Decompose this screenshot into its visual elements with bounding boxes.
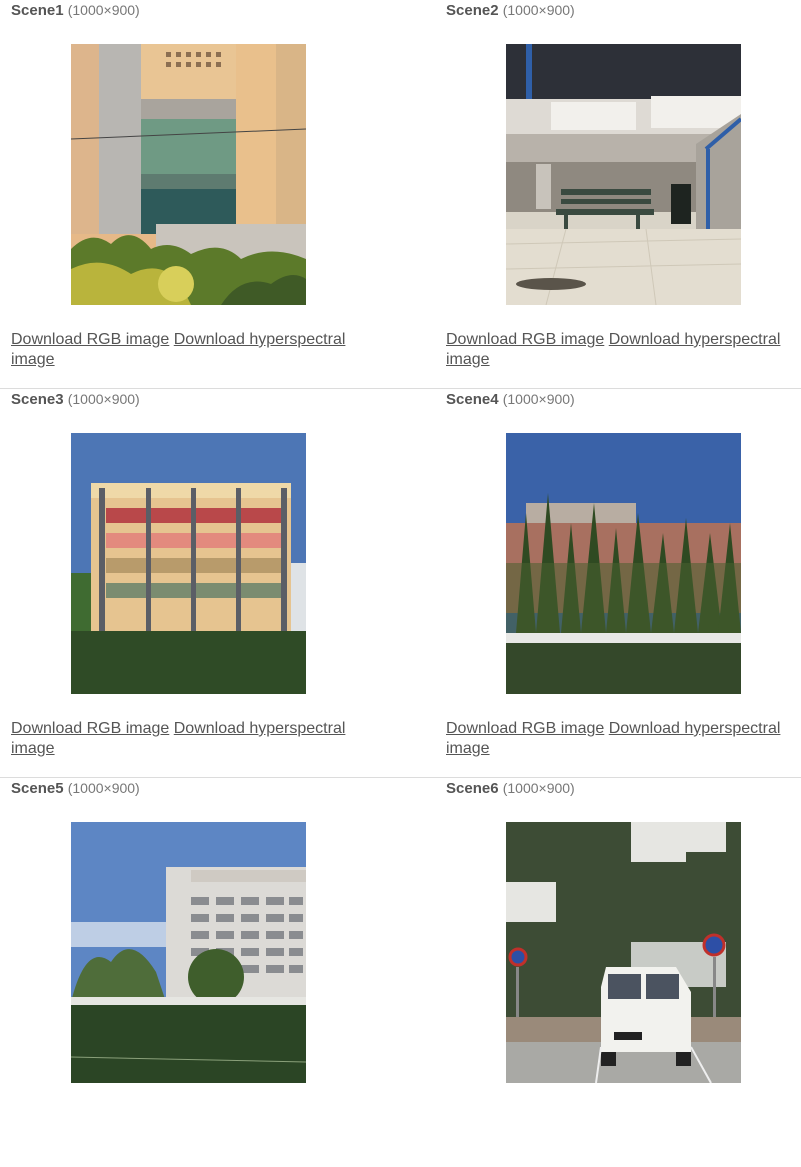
scene-name: Scene3 xyxy=(11,391,64,408)
scene-title: Scene1 (1000×900) xyxy=(11,1,140,20)
scene-thumbnail[interactable] xyxy=(71,822,306,1083)
parked-van-photo xyxy=(506,822,741,1083)
scene-card-3: Scene3 (1000×900) Download RGB image Dow… xyxy=(0,389,400,778)
building-facade-photo xyxy=(71,44,306,305)
scene-row: Scene3 (1000×900) Download RGB image Dow… xyxy=(0,389,801,778)
scene-thumbnail[interactable] xyxy=(71,44,306,305)
scene-dimensions: (1000×900) xyxy=(502,2,575,18)
scene-card-4: Scene4 (1000×900) Download RGB image Dow… xyxy=(435,389,801,778)
download-rgb-link[interactable]: Download RGB image xyxy=(446,331,604,348)
scene-thumbnail[interactable] xyxy=(506,822,741,1083)
scene-thumbnail[interactable] xyxy=(71,433,306,694)
scene-card-1: Scene1 (1000×900) Download RGB image Dow… xyxy=(0,0,400,389)
scene-title: Scene5 (1000×900) xyxy=(11,779,140,798)
scene-card-5: Scene5 (1000×900) xyxy=(0,778,400,1167)
download-rgb-link[interactable]: Download RGB image xyxy=(11,720,169,737)
trees-fence-photo xyxy=(506,433,741,694)
scene-row: Scene5 (1000×900) Scene6 (1000×900) xyxy=(0,778,801,1093)
download-links: Download RGB image Download hyperspectra… xyxy=(446,719,796,758)
scene-name: Scene4 xyxy=(446,391,499,408)
scene-gallery: Scene1 (1000×900) Download RGB image Dow… xyxy=(0,0,801,1093)
scene-dimensions: (1000×900) xyxy=(67,2,140,18)
scene-dimensions: (1000×900) xyxy=(67,391,140,407)
scene-thumbnail[interactable] xyxy=(506,44,741,305)
scene-name: Scene1 xyxy=(11,2,64,19)
scene-title: Scene3 (1000×900) xyxy=(11,390,140,409)
scene-name: Scene6 xyxy=(446,780,499,797)
scene-name: Scene2 xyxy=(446,2,499,19)
school-building-photo xyxy=(71,433,306,694)
scene-title: Scene6 (1000×900) xyxy=(446,779,575,798)
scene-row: Scene1 (1000×900) Download RGB image Dow… xyxy=(0,0,801,389)
scene-thumbnail[interactable] xyxy=(506,433,741,694)
scene-dimensions: (1000×900) xyxy=(67,780,140,796)
download-links: Download RGB image Download hyperspectra… xyxy=(11,330,361,369)
scene-card-2: Scene2 (1000×900) Download RGB image Dow… xyxy=(435,0,801,389)
download-links: Download RGB image Download hyperspectra… xyxy=(11,719,361,758)
scene-title: Scene2 (1000×900) xyxy=(446,1,575,20)
scene-card-6: Scene6 (1000×900) xyxy=(435,778,801,1167)
courtyard-bench-photo xyxy=(506,44,741,305)
download-rgb-link[interactable]: Download RGB image xyxy=(446,720,604,737)
scene-dimensions: (1000×900) xyxy=(502,780,575,796)
download-rgb-link[interactable]: Download RGB image xyxy=(11,331,169,348)
scene-dimensions: (1000×900) xyxy=(502,391,575,407)
campus-field-photo xyxy=(71,822,306,1083)
scene-name: Scene5 xyxy=(11,780,64,797)
scene-title: Scene4 (1000×900) xyxy=(446,390,575,409)
download-links: Download RGB image Download hyperspectra… xyxy=(446,330,796,369)
